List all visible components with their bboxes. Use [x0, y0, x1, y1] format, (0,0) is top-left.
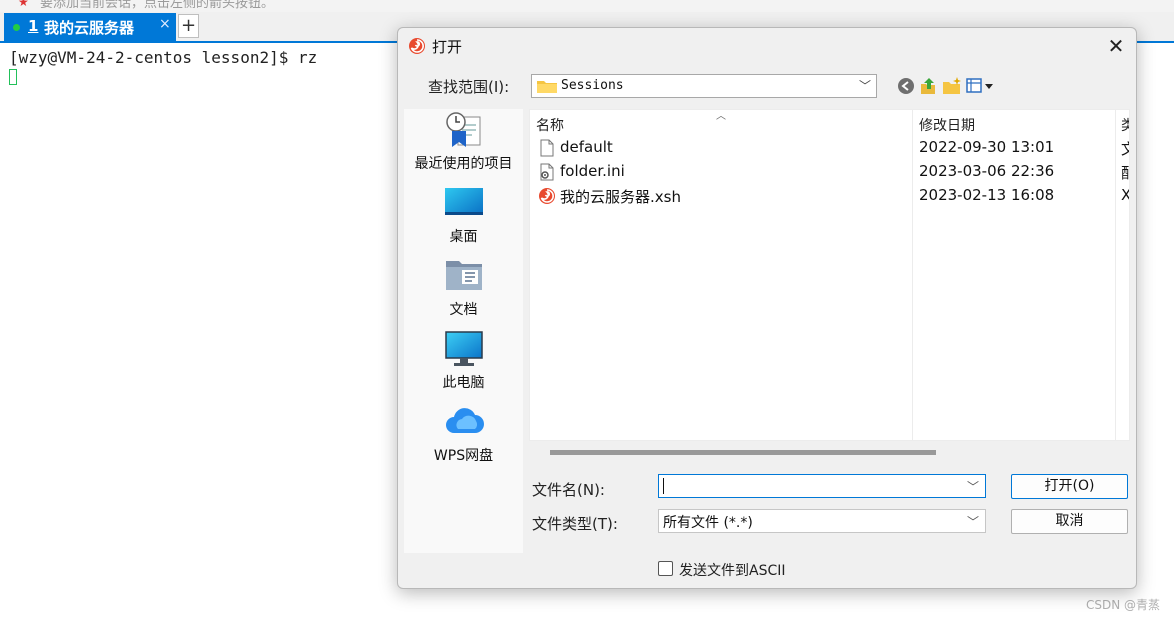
arrow-icon: ★ [18, 0, 29, 9]
session-hint-bar: ★ 要添加当前会话，点击左侧的箭头按钮。 [0, 0, 1174, 12]
places-bar: 最近使用的项目 桌面 文档 此电脑 WPS网盘 [404, 109, 523, 553]
file-type-dropdown[interactable]: 所有文件 (*.*) ﹀ [658, 509, 986, 533]
new-folder-icon[interactable] [942, 76, 962, 96]
file-name-label: 文件名(N): [532, 481, 605, 499]
column-header-name[interactable]: 名称 [536, 115, 564, 135]
dialog-title: 打开 [432, 38, 463, 56]
horizontal-scrollbar[interactable] [550, 450, 936, 455]
close-icon[interactable]: ✕ [1104, 34, 1128, 58]
file-type: X [1121, 186, 1129, 204]
file-name: default [560, 138, 613, 156]
place-label: 此电脑 [442, 375, 485, 391]
place-label: 文档 [449, 302, 478, 318]
file-type: 配 [1121, 162, 1129, 183]
terminal-cursor [9, 69, 17, 85]
place-label: 桌面 [449, 229, 478, 245]
sort-ascending-icon: ︿ [716, 111, 726, 122]
file-type-label: 文件类型(T): [532, 515, 618, 533]
text-caret [663, 478, 664, 494]
file-row[interactable]: 我的云服务器.xsh 2023-02-13 16:08 X [530, 184, 1129, 208]
column-header-type[interactable]: 类 [1121, 115, 1129, 135]
desktop-icon [445, 188, 483, 215]
file-date: 2022-09-30 13:01 [919, 138, 1055, 156]
chevron-down-icon: ﹀ [966, 515, 979, 529]
add-tab-button[interactable]: + [178, 14, 199, 38]
open-button[interactable]: 打开(O) [1011, 474, 1128, 499]
wps-cloud-icon [446, 408, 484, 433]
look-in-label: 查找范围(I): [428, 78, 510, 96]
tab-number: 1 [28, 17, 39, 35]
file-list[interactable]: ︿ 名称 修改日期 类 default 2022-09-30 13:01 文 f… [529, 109, 1130, 441]
cancel-button[interactable]: 取消 [1011, 509, 1128, 534]
file-row[interactable]: folder.ini 2023-03-06 22:36 配 [530, 160, 1129, 184]
file-name: 我的云服务器.xsh [560, 188, 681, 206]
chevron-down-icon[interactable]: ﹀ [967, 478, 979, 495]
connected-status-icon [13, 24, 20, 31]
file-row[interactable]: default 2022-09-30 13:01 文 [530, 136, 1129, 160]
watermark: CSDN @青蒸 [1085, 598, 1160, 612]
view-menu-icon[interactable] [966, 76, 994, 96]
back-icon[interactable] [896, 76, 916, 96]
xshell-logo-icon [409, 38, 425, 54]
recent-items-icon [446, 112, 481, 147]
send-ascii-checkbox[interactable] [658, 561, 673, 576]
send-ascii-label[interactable]: 发送文件到ASCII [679, 560, 786, 580]
file-name-input[interactable]: ﹀ [658, 474, 986, 498]
tab-label: 我的云服务器 [44, 19, 135, 37]
file-icon [540, 139, 554, 157]
tab-session[interactable]: 1 我的云服务器 × [4, 13, 176, 41]
open-file-dialog: 打开 ✕ 查找范围(I): Sessions ﹀ 最近使用的项目 桌面 文档 此… [397, 27, 1137, 589]
settings-file-icon [540, 163, 554, 181]
look-in-dropdown[interactable]: Sessions ﹀ [531, 74, 877, 98]
tab-close-icon[interactable]: × [159, 16, 171, 32]
place-label: WPS网盘 [433, 448, 494, 464]
file-name: folder.ini [560, 162, 625, 180]
terminal-prompt: [wzy@VM-24-2-centos lesson2]$ rz [9, 48, 318, 67]
file-date: 2023-02-13 16:08 [919, 186, 1055, 204]
folder-icon [537, 81, 557, 93]
documents-icon [446, 261, 482, 290]
look-in-value: Sessions [561, 78, 624, 93]
file-type-value: 所有文件 (*.*) [663, 515, 753, 531]
place-label: 最近使用的项目 [414, 156, 513, 172]
file-type: 文 [1121, 138, 1129, 159]
this-pc-icon [445, 331, 483, 366]
chevron-down-icon: ﹀ [858, 79, 871, 93]
column-header-date[interactable]: 修改日期 [919, 115, 975, 135]
session-hint-text: 要添加当前会话，点击左侧的箭头按钮。 [40, 0, 275, 11]
xshell-file-icon [539, 188, 555, 204]
up-folder-icon[interactable] [918, 76, 938, 96]
file-date: 2023-03-06 22:36 [919, 162, 1055, 180]
